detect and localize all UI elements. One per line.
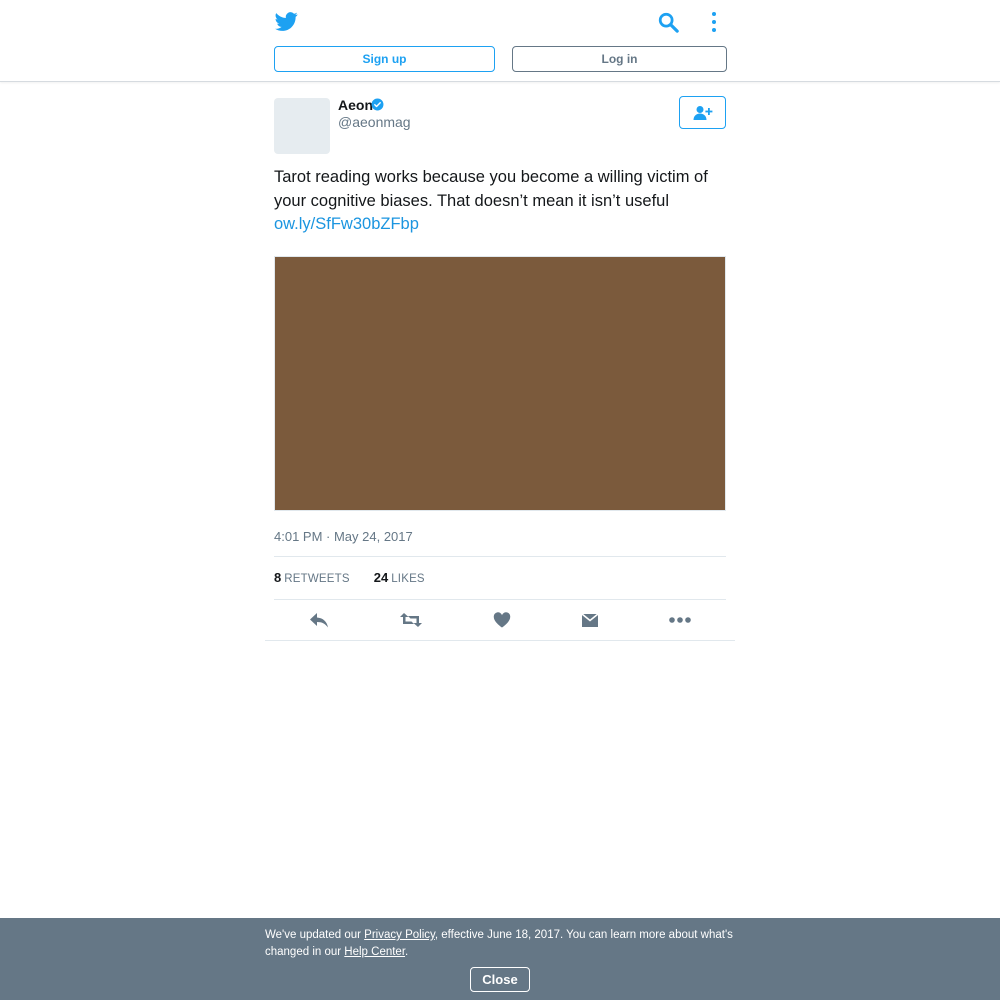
- more-options-button[interactable]: [668, 610, 692, 630]
- reply-button[interactable]: [308, 610, 330, 630]
- retweet-button[interactable]: [398, 610, 424, 630]
- login-button[interactable]: Log in: [512, 46, 727, 72]
- likes-label: LIKES: [391, 573, 425, 585]
- tweet-link[interactable]: ow.ly/SfFw30bZFbp: [274, 213, 734, 237]
- notice-text-after: .: [405, 945, 409, 958]
- direct-message-icon: [581, 612, 599, 627]
- twitter-bird-icon[interactable]: [275, 10, 298, 33]
- author-handle[interactable]: @aeonmag: [338, 114, 411, 130]
- more-vertical-icon[interactable]: [708, 11, 720, 33]
- retweets-label: RETWEETS: [284, 573, 350, 585]
- retweet-icon: [400, 613, 422, 627]
- help-center-link[interactable]: Help Center: [344, 946, 405, 958]
- tweet-media-image[interactable]: [274, 256, 726, 511]
- tweet-timestamp[interactable]: 4:01 PM · May 24, 2017: [274, 529, 413, 544]
- retweets-count: 8: [274, 570, 282, 585]
- author-name[interactable]: Aeon: [338, 97, 373, 113]
- divider: [265, 640, 735, 641]
- follow-button[interactable]: [679, 96, 726, 129]
- privacy-notice-banner: We've updated our Privacy Policy, effect…: [0, 918, 1000, 1000]
- tweet-stats: 8 RETWEETS 24 LIKES: [274, 570, 425, 585]
- privacy-notice-text: We've updated our Privacy Policy, effect…: [265, 927, 735, 960]
- likes-stat[interactable]: 24 LIKES: [374, 570, 425, 585]
- likes-count: 24: [373, 570, 389, 585]
- more-horizontal-icon: [669, 617, 691, 623]
- signup-button[interactable]: Sign up: [274, 46, 495, 72]
- divider: [274, 599, 726, 600]
- like-icon: [493, 612, 511, 628]
- divider: [274, 556, 726, 557]
- reply-icon: [310, 613, 328, 628]
- like-button[interactable]: [491, 610, 513, 630]
- close-button[interactable]: Close: [470, 967, 530, 992]
- tweet-body: Tarot reading works because you become a…: [274, 168, 708, 210]
- follow-user-icon: [693, 105, 712, 120]
- top-header: Sign up Log in: [0, 0, 1000, 82]
- avatar[interactable]: [274, 98, 330, 154]
- direct-message-button[interactable]: [579, 610, 601, 630]
- privacy-policy-link[interactable]: Privacy Policy: [364, 929, 435, 941]
- tweet-text: Tarot reading works because you become a…: [274, 166, 734, 237]
- verified-badge-icon: [371, 98, 384, 111]
- notice-text-before: We've updated our: [265, 929, 365, 941]
- search-icon[interactable]: [657, 11, 679, 33]
- retweets-stat[interactable]: 8 RETWEETS: [274, 570, 350, 585]
